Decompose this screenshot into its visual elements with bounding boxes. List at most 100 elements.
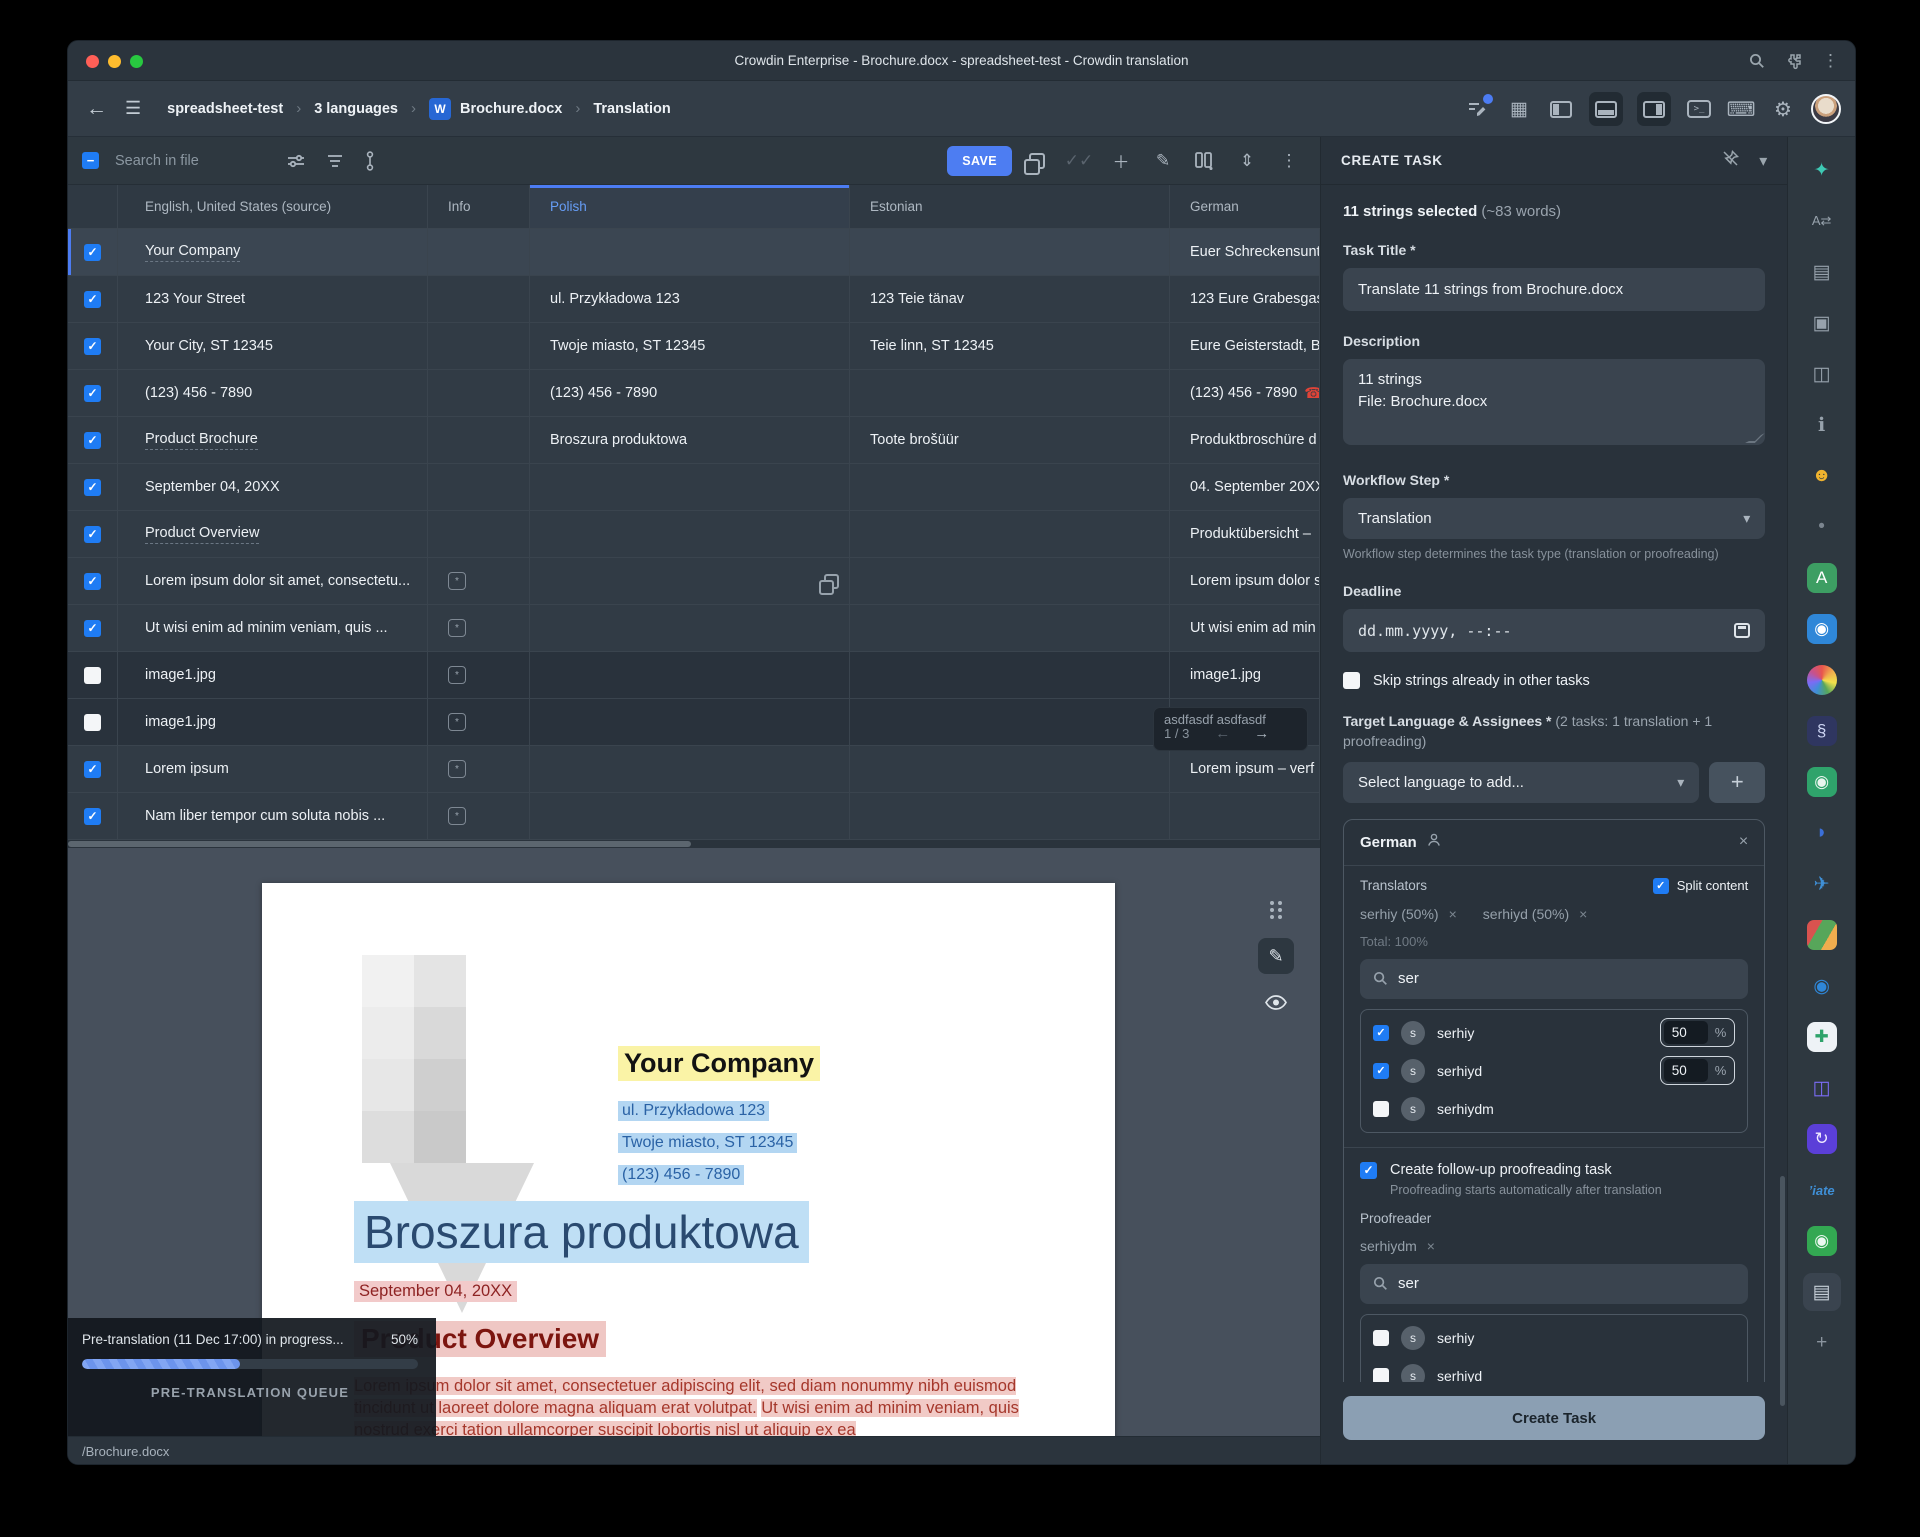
- source-cell[interactable]: image1.jpg: [118, 699, 428, 745]
- row-checkbox[interactable]: ✓: [84, 808, 101, 825]
- panel-scrollbar[interactable]: [1780, 1176, 1785, 1406]
- assignee-option[interactable]: sserhiy: [1373, 1319, 1735, 1357]
- layout-bottom-panel-icon[interactable]: [1589, 92, 1623, 126]
- breadcrumb-project[interactable]: spreadsheet-test: [167, 101, 283, 117]
- legal-terms-icon[interactable]: §: [1803, 712, 1841, 750]
- language-select[interactable]: Select language to add...▾: [1343, 762, 1699, 803]
- polish-cell[interactable]: Twoje miasto, ST 12345: [530, 323, 850, 369]
- table-row[interactable]: image1.jpg*image1.jpg: [68, 652, 1320, 699]
- german-cell[interactable]: Euer Schreckensunt: [1170, 229, 1320, 275]
- table-row[interactable]: ✓Product BrochureBroszura produktowaToot…: [68, 417, 1320, 464]
- row-checkbox[interactable]: ✓: [84, 244, 101, 261]
- save-button[interactable]: SAVE: [947, 146, 1012, 176]
- table-row[interactable]: ✓123 Your Streetul. Przykładowa 123123 T…: [68, 276, 1320, 323]
- more-options-icon[interactable]: ⋮: [1272, 144, 1306, 178]
- keyboard-icon[interactable]: ⌨: [1727, 95, 1755, 123]
- row-checkbox[interactable]: ✓: [84, 620, 101, 637]
- translator-search-input[interactable]: ser: [1360, 959, 1748, 999]
- minimize-window-button[interactable]: [108, 55, 121, 68]
- add-language-button[interactable]: +: [1709, 762, 1765, 803]
- copy-translations-icon[interactable]: [1020, 144, 1054, 178]
- source-cell[interactable]: Your City, ST 12345: [118, 323, 428, 369]
- skip-strings-row[interactable]: Skip strings already in other tasks: [1343, 672, 1765, 689]
- assignee-option[interactable]: sserhiyd: [1373, 1357, 1735, 1382]
- table-row[interactable]: ✓Ut wisi enim ad minim veniam, quis ...*…: [68, 605, 1320, 652]
- header-source-column[interactable]: English, United States (source): [118, 185, 428, 228]
- german-cell[interactable]: Produktbroschüre d: [1170, 417, 1320, 463]
- estonian-cell[interactable]: [850, 229, 1170, 275]
- row-checkbox[interactable]: ✓: [84, 432, 101, 449]
- row-height-icon[interactable]: ⇕: [1230, 144, 1264, 178]
- row-select-cell[interactable]: ✓: [68, 417, 118, 463]
- followup-task-row[interactable]: ✓ Create follow-up proofreading task: [1360, 1162, 1748, 1179]
- polish-cell[interactable]: [530, 605, 850, 651]
- header-polish-column[interactable]: Polish: [530, 185, 850, 228]
- copy-source-icon[interactable]: [824, 574, 839, 589]
- polish-cell[interactable]: [530, 652, 850, 698]
- row-select-cell[interactable]: ✓: [68, 276, 118, 322]
- share-percent-input[interactable]: 50%: [1660, 1056, 1736, 1085]
- header-german-column[interactable]: German: [1170, 185, 1320, 228]
- german-cell[interactable]: Ut wisi enim ad min: [1170, 605, 1320, 651]
- color-cube-icon[interactable]: [1803, 916, 1841, 954]
- calendar-icon[interactable]: [1734, 623, 1750, 638]
- proofreader-search-input[interactable]: ser: [1360, 1264, 1748, 1304]
- pretranslation-queue-button[interactable]: PRE-TRANSLATION QUEUE: [82, 1385, 418, 1400]
- estonian-cell[interactable]: Teie linn, ST 12345: [850, 323, 1170, 369]
- row-select-cell[interactable]: ✓: [68, 746, 118, 792]
- search-icon[interactable]: [1749, 53, 1765, 69]
- row-select-cell[interactable]: ✓: [68, 511, 118, 557]
- estonian-cell[interactable]: Toote brošüür: [850, 417, 1170, 463]
- table-row[interactable]: ✓September 04, 20XX04. September 20XX: [68, 464, 1320, 511]
- row-select-cell[interactable]: ✓: [68, 793, 118, 839]
- pager-next-icon[interactable]: →: [1254, 725, 1269, 742]
- more-dot-icon[interactable]: •: [1803, 508, 1841, 546]
- table-row[interactable]: ✓Nam liber tempor cum soluta nobis ...*: [68, 793, 1320, 840]
- source-cell[interactable]: Product Brochure: [118, 417, 428, 463]
- description-textarea[interactable]: 11 strings File: Brochure.docx: [1343, 359, 1765, 445]
- polish-cell[interactable]: [530, 464, 850, 510]
- color-wheel-icon[interactable]: [1803, 661, 1841, 699]
- workflow-step-select[interactable]: Translation▾: [1343, 498, 1765, 539]
- unpin-panel-icon[interactable]: [1722, 150, 1739, 172]
- remove-language-icon[interactable]: ×: [1739, 833, 1748, 851]
- approve-all-icon[interactable]: ✓✓: [1062, 144, 1096, 178]
- browser-menu-icon[interactable]: ⋮: [1822, 51, 1839, 71]
- polish-cell[interactable]: [530, 793, 850, 839]
- horizontal-scrollbar[interactable]: [68, 840, 1320, 848]
- estonian-cell[interactable]: [850, 652, 1170, 698]
- string-context-icon[interactable]: *: [448, 619, 466, 637]
- table-row[interactable]: image1.jpg*image1.jpg: [68, 699, 1320, 746]
- crab-app-icon[interactable]: ◗: [1803, 814, 1841, 852]
- row-checkbox[interactable]: ✓: [84, 761, 101, 778]
- assignee-checkbox[interactable]: [1373, 1101, 1389, 1117]
- german-cell[interactable]: Lorem ipsum dolor si: [1170, 558, 1320, 604]
- header-info-column[interactable]: Info: [428, 185, 530, 228]
- german-cell[interactable]: Eure Geisterstadt, B: [1170, 323, 1320, 369]
- extensions-puzzle-icon[interactable]: [1785, 53, 1802, 70]
- row-checkbox[interactable]: ✓: [84, 526, 101, 543]
- german-cell[interactable]: (123) 456 - 7890☎: [1170, 370, 1320, 416]
- compose-notes-icon[interactable]: [1463, 95, 1491, 123]
- estonian-cell[interactable]: [850, 746, 1170, 792]
- assignee-checkbox[interactable]: [1373, 1368, 1389, 1382]
- iate-logo[interactable]: ’iate: [1809, 1171, 1835, 1209]
- settings-gear-icon[interactable]: ⚙: [1769, 95, 1797, 123]
- string-context-icon[interactable]: *: [448, 807, 466, 825]
- create-task-tool-icon[interactable]: ▤: [1803, 1273, 1841, 1311]
- row-checkbox[interactable]: ✓: [84, 338, 101, 355]
- remove-tag-icon[interactable]: ×: [1427, 1238, 1435, 1254]
- user-avatar[interactable]: [1811, 94, 1841, 124]
- german-cell[interactable]: image1.jpg: [1170, 652, 1320, 698]
- layout-right-panel-icon[interactable]: [1637, 92, 1671, 126]
- source-cell[interactable]: September 04, 20XX: [118, 464, 428, 510]
- row-select-cell[interactable]: ✓: [68, 229, 118, 275]
- string-context-icon[interactable]: *: [448, 713, 466, 731]
- word-doc-plus-icon[interactable]: ✚: [1803, 1018, 1841, 1056]
- layout-left-panel-icon[interactable]: [1547, 95, 1575, 123]
- source-cell[interactable]: image1.jpg: [118, 652, 428, 698]
- row-checkbox[interactable]: [84, 714, 101, 731]
- share-percent-input[interactable]: 50%: [1660, 1018, 1736, 1047]
- file-context-icon[interactable]: ℹ: [1803, 406, 1841, 444]
- german-cell[interactable]: [1170, 793, 1320, 839]
